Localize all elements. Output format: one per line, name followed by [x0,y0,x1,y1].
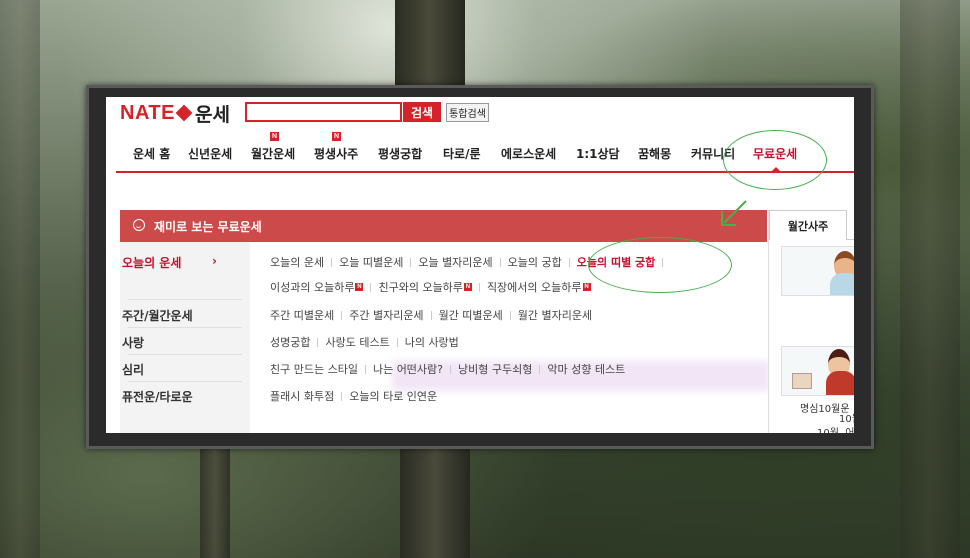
divider [478,282,480,292]
divider [331,257,333,267]
tree-trunk [900,0,960,558]
new-badge-icon: N [270,132,279,141]
nate-fortune-page: NATE 운세 검색 통합검색 운세 홈 신년운세 월간운세 N 평생사주 N … [106,97,854,433]
new-badge-icon: N [355,283,364,291]
link-today-fortune[interactable]: 오늘의 운세 [270,254,324,270]
tree-trunk [0,0,40,558]
search-button[interactable]: 검색 [403,102,441,122]
new-badge-icon: N [582,283,591,291]
book-icon [792,373,812,389]
annotation-ellipse [723,130,827,190]
link-monthly-animal[interactable]: 월간 띠별운세 [439,307,503,323]
nav-item-eros[interactable]: 에로스운세 [501,145,556,162]
promo-card-1[interactable] [781,246,854,296]
link-work-today[interactable]: 직장에서의 오늘하루 [487,279,582,295]
link-today-zodiac-animal[interactable]: 오늘 띠별운세 [339,254,403,270]
link-opposite-sex-today[interactable]: 이성과의 오늘하루 [270,279,354,295]
logo-title: 운세 [194,103,230,126]
tab-monthly-saju[interactable]: 월간사주 [769,210,847,240]
category-fusion-tarot[interactable]: 퓨전운/타로운 [122,388,193,405]
nav-item-dream[interactable]: 꿈해몽 [638,145,671,162]
new-badge-icon: N [463,283,472,291]
divider [364,364,366,374]
link-weekly-animal[interactable]: 주간 띠별운세 [270,307,334,323]
link-name-match[interactable]: 성명궁합 [270,334,310,350]
character-illustration [830,273,854,295]
link-weekly-constellation[interactable]: 주간 별자리운세 [349,307,423,323]
category-weekly-monthly[interactable]: 주간/월간운세 [122,307,193,324]
link-friend-style[interactable]: 친구 만드는 스타일 [270,361,358,377]
nav-item-tarot[interactable]: 타로/룬 [443,145,481,162]
promo-card-2[interactable] [781,346,854,396]
logo-brand: NATE [120,101,175,124]
logo-cube-icon [175,104,193,122]
link-monthly-constellation[interactable]: 월간 별자리운세 [518,307,592,323]
link-row-love: 성명궁합 사랑도 테스트 나의 사랑법 [270,334,459,350]
section-title: 재미로 보는 무료운세 [154,220,262,234]
divider [430,310,432,320]
link-today-match[interactable]: 오늘의 궁합 [508,254,562,270]
nav-item-fortune-home[interactable]: 운세 홈 [133,145,170,162]
link-flash-hwatu[interactable]: 플래시 화투점 [270,388,334,404]
nav-item-lifetime-saju[interactable]: 평생사주 [314,145,358,162]
divider [396,337,398,347]
tree-trunk [200,448,230,558]
link-row-psychology: 친구 만드는 스타일 나는 어떤사람? 낭비형 구두쇠형 악마 성향 테스트 [270,361,625,377]
divider [568,257,570,267]
category-psychology[interactable]: 심리 [122,361,144,378]
divider [450,364,452,374]
link-what-person[interactable]: 나는 어떤사람? [373,361,443,377]
link-tarot-relationship[interactable]: 오늘의 타로 인연운 [349,388,437,404]
new-badge-icon: N [332,132,341,141]
tree-trunk [400,448,470,558]
smile-icon [133,219,145,231]
search-input[interactable] [245,102,402,122]
annotation-arrow-icon [721,200,747,226]
divider [128,299,242,300]
link-friend-today[interactable]: 친구와의 오늘하루 [378,279,462,295]
divider [317,337,319,347]
link-row-weekly: 주간 띠별운세 주간 별자리운세 월간 띠별운세 월간 별자리운세 [270,307,592,323]
character-illustration [826,371,854,395]
annotation-ellipse [588,237,732,293]
tree-trunk [395,0,465,90]
promo-card-2-title: 명심10월운 [800,404,850,415]
link-row-today-2: 이성과의 오늘하루 N 친구와의 오늘하루 N 직장에서의 오늘하루 N [270,279,591,295]
divider [509,310,511,320]
nav-item-new-year[interactable]: 신년운세 [188,145,232,162]
link-love-test[interactable]: 사랑도 테스트 [325,334,389,350]
divider [410,257,412,267]
divider [499,257,501,267]
divider [128,354,242,355]
link-today-constellation[interactable]: 오늘 별자리운세 [418,254,492,270]
link-spender-saver[interactable]: 낭비형 구두쇠형 [458,361,532,377]
category-today[interactable]: 오늘의 운세 [122,254,181,271]
nate-logo[interactable]: NATE 운세 [120,101,230,126]
link-devil-test[interactable]: 악마 성향 테스트 [547,361,625,377]
link-row-fusion: 플래시 화투점 오늘의 타로 인연운 [270,388,437,404]
divider [128,381,242,382]
divider [341,391,343,401]
promo-card-1-subtitle: 10월, 어 [817,424,854,433]
chevron-right-icon: › [212,254,217,268]
divider [128,327,242,328]
divider [341,310,343,320]
divider [370,282,372,292]
nav-item-consult[interactable]: 1:1상담 [576,145,620,162]
total-search-button[interactable]: 통합검색 [446,103,489,122]
nav-item-monthly[interactable]: 월간운세 [251,145,295,162]
nav-item-lifetime-match[interactable]: 평생궁합 [378,145,422,162]
category-love[interactable]: 사랑 [122,334,144,351]
divider [847,239,854,240]
link-my-love-style[interactable]: 나의 사랑법 [405,334,459,350]
divider [539,364,541,374]
